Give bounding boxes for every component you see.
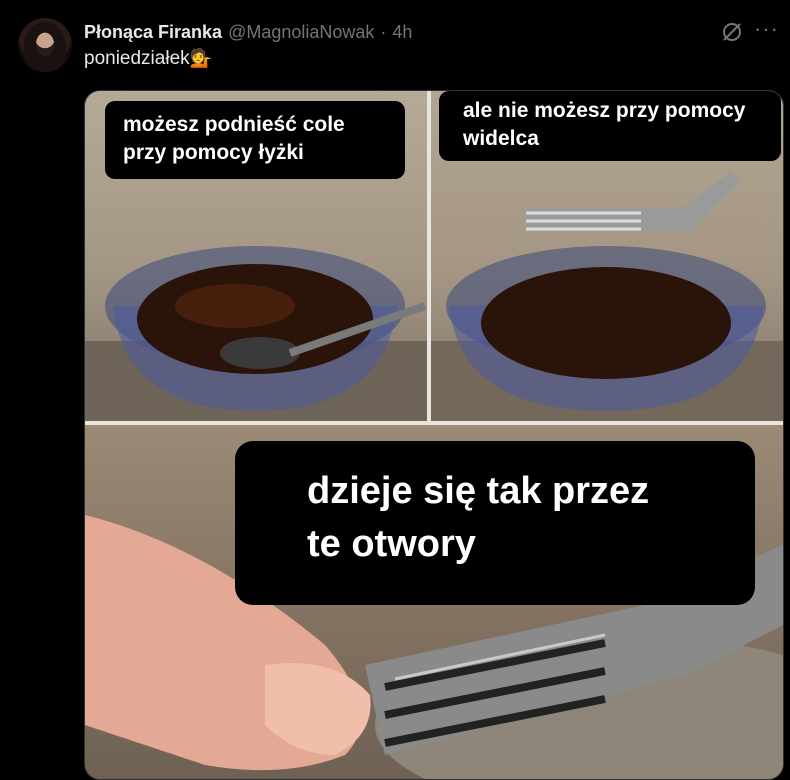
author-avatar[interactable] <box>18 18 72 72</box>
caption-holes: dzieje się tak przez te otwory <box>235 441 755 605</box>
author-display-name[interactable]: Płonąca Firanka <box>84 22 222 43</box>
tweet-image[interactable]: możesz podnieść cole przy pomocy łyżki a… <box>84 90 784 780</box>
author-handle[interactable]: @MagnoliaNowak <box>228 22 374 43</box>
tweet-header: Płonąca Firanka @MagnoliaNowak · 4h <box>84 20 730 44</box>
grok-icon[interactable] <box>720 20 744 44</box>
panel-divider-horizontal <box>85 421 783 425</box>
tweet-text-body: poniedziałek <box>84 48 190 69</box>
caption-spoon: możesz podnieść cole przy pomocy łyżki <box>105 101 405 179</box>
separator-dot: · <box>380 21 387 42</box>
panel-divider-vertical <box>427 91 431 421</box>
caption-fork: ale nie możesz przy pomocy widelca <box>439 91 781 161</box>
more-options-icon[interactable]: ··· <box>754 18 778 42</box>
emoji-person-tipping-hand: 💁 <box>189 48 213 68</box>
tweet-text: poniedziałek💁 <box>84 48 212 70</box>
tweet-timestamp[interactable]: 4h <box>392 22 412 43</box>
